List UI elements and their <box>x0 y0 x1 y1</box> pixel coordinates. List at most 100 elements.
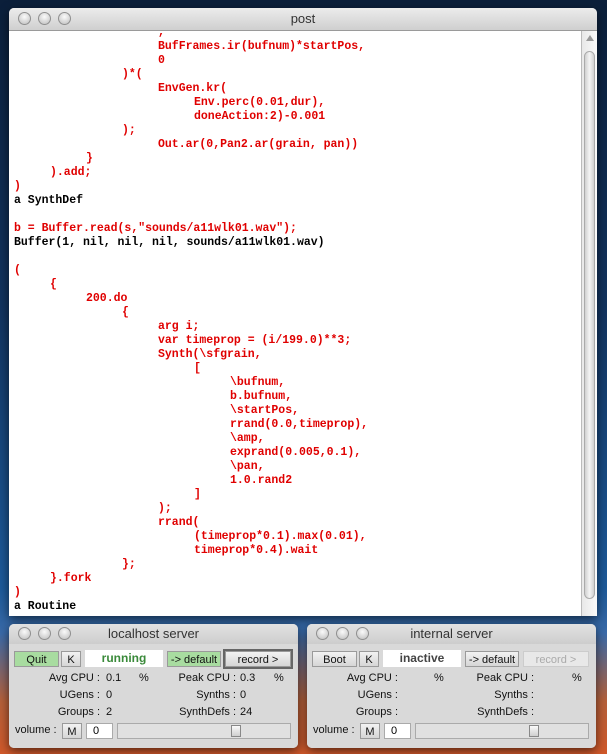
synths-value: 0 <box>240 689 247 701</box>
code-line: }.fork <box>14 572 92 585</box>
avg-cpu-percent: % <box>434 672 444 684</box>
output-line: a SynthDef <box>14 194 84 207</box>
code-line: ) <box>14 586 21 599</box>
default-button[interactable]: -> default <box>167 651 221 667</box>
quit-button[interactable]: Quit <box>14 651 59 667</box>
avg-cpu-label: Avg CPU : <box>48 672 100 684</box>
window-title: internal server <box>410 626 493 641</box>
localhost-titlebar[interactable]: localhost server <box>9 624 298 644</box>
server-status: inactive <box>383 650 461 667</box>
synths-label: Synths : <box>196 689 236 701</box>
avg-cpu-percent: % <box>139 672 149 684</box>
kill-button[interactable]: K <box>359 651 379 667</box>
volume-slider[interactable] <box>415 723 589 739</box>
code-line: Env.perc(0.01,dur), <box>14 96 326 109</box>
code-line: } <box>14 152 93 165</box>
code-line: 1.0.rand2 <box>14 474 293 487</box>
kill-button[interactable]: K <box>61 651 81 667</box>
internal-titlebar[interactable]: internal server <box>307 624 596 644</box>
scroll-up-arrow-icon[interactable] <box>586 35 594 41</box>
window-title: localhost server <box>107 626 200 641</box>
code-line: b = Buffer.read(s,"sounds/a11wlk01.wav")… <box>14 222 297 235</box>
code-line: { <box>14 278 57 291</box>
close-button[interactable] <box>18 12 31 25</box>
localhost-server-window: localhost server Quit K running -> defau… <box>9 624 298 748</box>
synthdefs-label: SynthDefs : <box>179 706 236 718</box>
peak-cpu-percent: % <box>274 672 284 684</box>
code-line: 200.do <box>14 292 128 305</box>
code-line: ); <box>14 124 136 137</box>
code-line: arg i; <box>14 320 200 333</box>
avg-cpu-label: Avg CPU : <box>346 672 398 684</box>
zoom-button[interactable] <box>58 12 71 25</box>
code-line: BufFrames.ir(bufnum)*startPos, <box>14 40 366 53</box>
volume-slider-knob[interactable] <box>231 725 241 737</box>
code-line: [ <box>14 362 201 375</box>
code-line: exprand(0.005,0.1), <box>14 446 362 459</box>
volume-slider[interactable] <box>117 723 291 739</box>
record-button[interactable]: record > <box>223 649 293 669</box>
code-line: , <box>14 31 165 39</box>
ugens-value: 0 <box>106 689 113 701</box>
output-line: a Routine <box>14 600 77 613</box>
code-line: ).add; <box>14 166 92 179</box>
synths-label: Synths : <box>494 689 534 701</box>
close-button[interactable] <box>316 627 329 640</box>
peak-cpu-value: 0.3 <box>240 672 256 684</box>
code-line: { <box>14 306 129 319</box>
volume-field[interactable]: 0 <box>384 723 411 739</box>
code-line: var timeprop = (i/199.0)**3; <box>14 334 352 347</box>
record-button[interactable]: record > <box>523 651 589 667</box>
synthdefs-value: 24 <box>240 706 253 718</box>
groups-value: 2 <box>106 706 113 718</box>
code-line: \pan, <box>14 460 265 473</box>
code-line: Out.ar(0,Pan2.ar(grain, pan)) <box>14 138 359 151</box>
scrollbar-thumb[interactable] <box>584 51 595 599</box>
post-titlebar[interactable]: post <box>9 8 597 31</box>
minimize-button[interactable] <box>38 627 51 640</box>
code-line: Synth(\sfgrain, <box>14 348 262 361</box>
default-button[interactable]: -> default <box>465 651 519 667</box>
volume-field[interactable]: 0 <box>86 723 113 739</box>
zoom-button[interactable] <box>58 627 71 640</box>
ugens-label: UGens : <box>357 689 398 701</box>
boot-button[interactable]: Boot <box>312 651 357 667</box>
internal-server-window: internal server Boot K inactive -> defau… <box>307 624 596 748</box>
code-line: doneAction:2)-0.001 <box>14 110 326 123</box>
code-line: \amp, <box>14 432 265 445</box>
volume-slider-knob[interactable] <box>529 725 539 737</box>
peak-cpu-label: Peak CPU : <box>178 672 236 684</box>
volume-label: volume : <box>15 724 57 736</box>
code-line: ); <box>14 502 172 515</box>
groups-label: Groups : <box>57 706 100 718</box>
mute-button[interactable]: M <box>62 723 82 739</box>
post-text-area[interactable]: , BufFrames.ir(bufnum)*startPos, 0 )*( E… <box>9 31 582 616</box>
code-line: rrand(0.0,timeprop), <box>14 418 369 431</box>
close-button[interactable] <box>18 627 31 640</box>
code-listing: , BufFrames.ir(bufnum)*startPos, 0 )*( E… <box>14 31 368 614</box>
peak-cpu-percent: % <box>572 672 582 684</box>
code-line: rrand( <box>14 516 200 529</box>
window-title: post <box>290 11 316 26</box>
avg-cpu-value: 0.1 <box>106 672 122 684</box>
code-line: (timeprop*0.1).max(0.01), <box>14 530 367 543</box>
code-line: \bufnum, <box>14 376 286 389</box>
post-window: post , BufFrames.ir(bufnum)*startPos, 0 … <box>9 8 597 616</box>
mute-button[interactable]: M <box>360 723 380 739</box>
vertical-scrollbar[interactable] <box>581 31 597 616</box>
groups-label: Groups : <box>355 706 398 718</box>
zoom-button[interactable] <box>356 627 369 640</box>
code-line: timeprop*0.4).wait <box>14 544 319 557</box>
synthdefs-label: SynthDefs : <box>477 706 534 718</box>
ugens-label: UGens : <box>59 689 100 701</box>
code-line: }; <box>14 558 136 571</box>
volume-label: volume : <box>313 724 355 736</box>
minimize-button[interactable] <box>38 12 51 25</box>
minimize-button[interactable] <box>336 627 349 640</box>
peak-cpu-label: Peak CPU : <box>476 672 534 684</box>
output-line: Buffer(1, nil, nil, nil, sounds/a11wlk01… <box>14 236 325 249</box>
code-line: ] <box>14 488 201 501</box>
code-line: ) <box>14 180 21 193</box>
